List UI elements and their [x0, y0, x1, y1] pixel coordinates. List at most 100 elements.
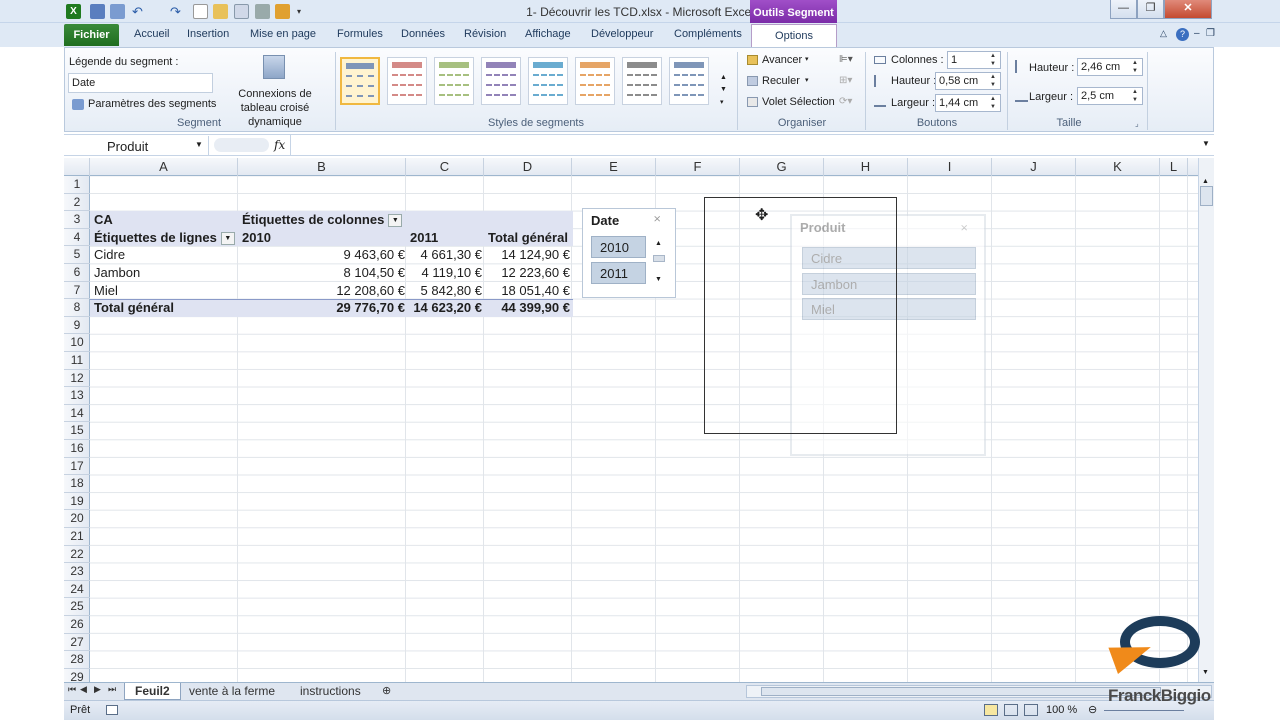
slicer-style-swatch[interactable]	[434, 57, 474, 105]
row-header[interactable]: 21	[64, 528, 90, 546]
column-header-c[interactable]: C	[406, 158, 484, 176]
slicer-style-swatch[interactable]	[528, 57, 568, 105]
row-header[interactable]: 27	[64, 634, 90, 652]
column-header-j[interactable]: J	[992, 158, 1076, 176]
column-header-d[interactable]: D	[484, 158, 572, 176]
send-backward-dropdown-icon[interactable]: ▾	[805, 76, 809, 84]
size-height-stepper[interactable]: 2,46 cm	[1077, 58, 1143, 76]
tab-complements[interactable]: Compléments	[674, 28, 742, 40]
maximize-button[interactable]: ❐	[1137, 0, 1164, 19]
columns-stepper[interactable]: 1	[947, 51, 1001, 69]
row-header[interactable]: 8	[64, 299, 90, 317]
prev-sheet-icon[interactable]: ◀	[76, 683, 91, 700]
workbook-restore-icon[interactable]: ❐	[1206, 28, 1215, 39]
size-dialog-launcher-icon[interactable]: ⌟	[1135, 119, 1139, 128]
horizontal-scroll-thumb[interactable]	[761, 687, 1161, 696]
help-icon[interactable]: ?	[1176, 28, 1189, 41]
insert-sheet-icon[interactable]: ⊕	[372, 683, 401, 700]
clear-filter-icon[interactable]: ⨯	[653, 214, 661, 225]
row-header[interactable]: 12	[64, 370, 90, 388]
row-header[interactable]: 14	[64, 405, 90, 423]
fx-button[interactable]: fx	[274, 138, 285, 152]
date-slicer[interactable]: Date ⨯ 2010 2011 ▲ ▼	[582, 208, 676, 298]
column-header-e[interactable]: E	[572, 158, 656, 176]
row-header[interactable]: 11	[64, 352, 90, 370]
gallery-more-icon[interactable]: ▾	[720, 98, 724, 106]
bring-forward-button[interactable]: Avancer	[762, 54, 802, 66]
row-header[interactable]: 13	[64, 387, 90, 405]
name-box[interactable]: Produit	[65, 136, 209, 155]
tab-donnees[interactable]: Données	[401, 28, 445, 40]
row-header[interactable]: 28	[64, 651, 90, 669]
column-header-f[interactable]: F	[656, 158, 740, 176]
align-icon[interactable]: ⊫▾	[839, 54, 853, 65]
tab-options[interactable]: Options	[751, 24, 837, 48]
next-sheet-icon[interactable]: ▶	[90, 683, 105, 700]
row-header[interactable]: 15	[64, 422, 90, 440]
row-header[interactable]: 7	[64, 282, 90, 300]
row-header[interactable]: 26	[64, 616, 90, 634]
slicer-style-swatch[interactable]	[622, 57, 662, 105]
row-header[interactable]: 23	[64, 563, 90, 581]
worksheet-grid[interactable]: CA Étiquettes de colonnes ▼ Étiquettes de…	[90, 176, 1198, 682]
gallery-scroll-down-icon[interactable]: ▼	[720, 86, 727, 93]
minimize-button[interactable]: —	[1110, 0, 1137, 19]
pivot-row-labels[interactable]: Étiquettes de lignes ▼	[94, 229, 235, 247]
last-sheet-icon[interactable]: ⏭	[104, 683, 120, 700]
scroll-down-icon[interactable]: ▼	[1202, 669, 1209, 676]
vertical-scrollbar[interactable]: ▲ ▼	[1198, 158, 1214, 682]
column-filter-dropdown-icon[interactable]: ▼	[388, 214, 403, 228]
page-layout-view-icon[interactable]	[1004, 704, 1018, 716]
zoom-slider[interactable]	[1104, 710, 1184, 711]
row-header[interactable]: 25	[64, 598, 90, 616]
row-header[interactable]: 17	[64, 458, 90, 476]
row-header[interactable]: 9	[64, 317, 90, 335]
tab-fichier[interactable]: Fichier	[64, 24, 119, 46]
tab-accueil[interactable]: Accueil	[134, 28, 169, 40]
row-header[interactable]: 4	[64, 229, 90, 247]
date-item-2010[interactable]: 2010	[591, 236, 646, 258]
name-box-dropdown-icon[interactable]: ▼	[195, 140, 203, 149]
slicer-style-swatch[interactable]	[387, 57, 427, 105]
zoom-out-icon[interactable]: ⊖	[1088, 703, 1097, 716]
slicer-settings-button[interactable]: Paramètres des segments	[88, 98, 216, 110]
normal-view-icon[interactable]	[984, 704, 998, 716]
row-header[interactable]: 3	[64, 211, 90, 229]
column-header-g[interactable]: G	[740, 158, 824, 176]
zoom-level[interactable]: 100 %	[1046, 704, 1077, 716]
row-header[interactable]: 24	[64, 581, 90, 599]
slicer-style-swatch[interactable]	[340, 57, 380, 105]
date-item-2011[interactable]: 2011	[591, 262, 646, 284]
tab-affichage[interactable]: Affichage	[525, 28, 571, 40]
formula-expand-icon[interactable]: ▼	[1202, 139, 1210, 148]
row-header[interactable]: 22	[64, 546, 90, 564]
row-header[interactable]: 10	[64, 334, 90, 352]
selection-pane-button[interactable]: Volet Sélection	[762, 96, 835, 108]
page-break-view-icon[interactable]	[1024, 704, 1038, 716]
formula-bar-divider-handle[interactable]	[214, 138, 269, 152]
row-header[interactable]: 6	[64, 264, 90, 282]
row-header[interactable]: 16	[64, 440, 90, 458]
slicer-scroll-up-icon[interactable]: ▲	[655, 240, 662, 247]
row-header[interactable]: 20	[64, 510, 90, 528]
slicer-scroll-down-icon[interactable]: ▼	[655, 276, 662, 283]
column-header-b[interactable]: B	[238, 158, 406, 176]
tab-mise-en-page[interactable]: Mise en page	[250, 28, 316, 40]
macro-record-icon[interactable]	[106, 705, 118, 715]
tab-formules[interactable]: Formules	[337, 28, 383, 40]
column-header-h[interactable]: H	[824, 158, 908, 176]
column-header-i[interactable]: I	[908, 158, 992, 176]
close-button[interactable]: ✕	[1164, 0, 1212, 19]
pivot-column-labels[interactable]: Étiquettes de colonnes ▼	[242, 211, 403, 229]
button-width-stepper[interactable]: 1,44 cm	[935, 94, 1001, 112]
scroll-up-icon[interactable]: ▲	[1202, 178, 1209, 185]
clear-filter-icon[interactable]: ⨯	[960, 223, 968, 234]
size-width-stepper[interactable]: 2,5 cm	[1077, 87, 1143, 105]
tab-revision[interactable]: Révision	[464, 28, 506, 40]
column-header-k[interactable]: K	[1076, 158, 1160, 176]
caption-input[interactable]: Date	[68, 73, 213, 93]
scroll-thumb[interactable]	[1200, 186, 1213, 206]
tab-developpeur[interactable]: Développeur	[591, 28, 653, 40]
slicer-style-swatch[interactable]	[669, 57, 709, 105]
select-all-corner[interactable]	[64, 158, 90, 176]
